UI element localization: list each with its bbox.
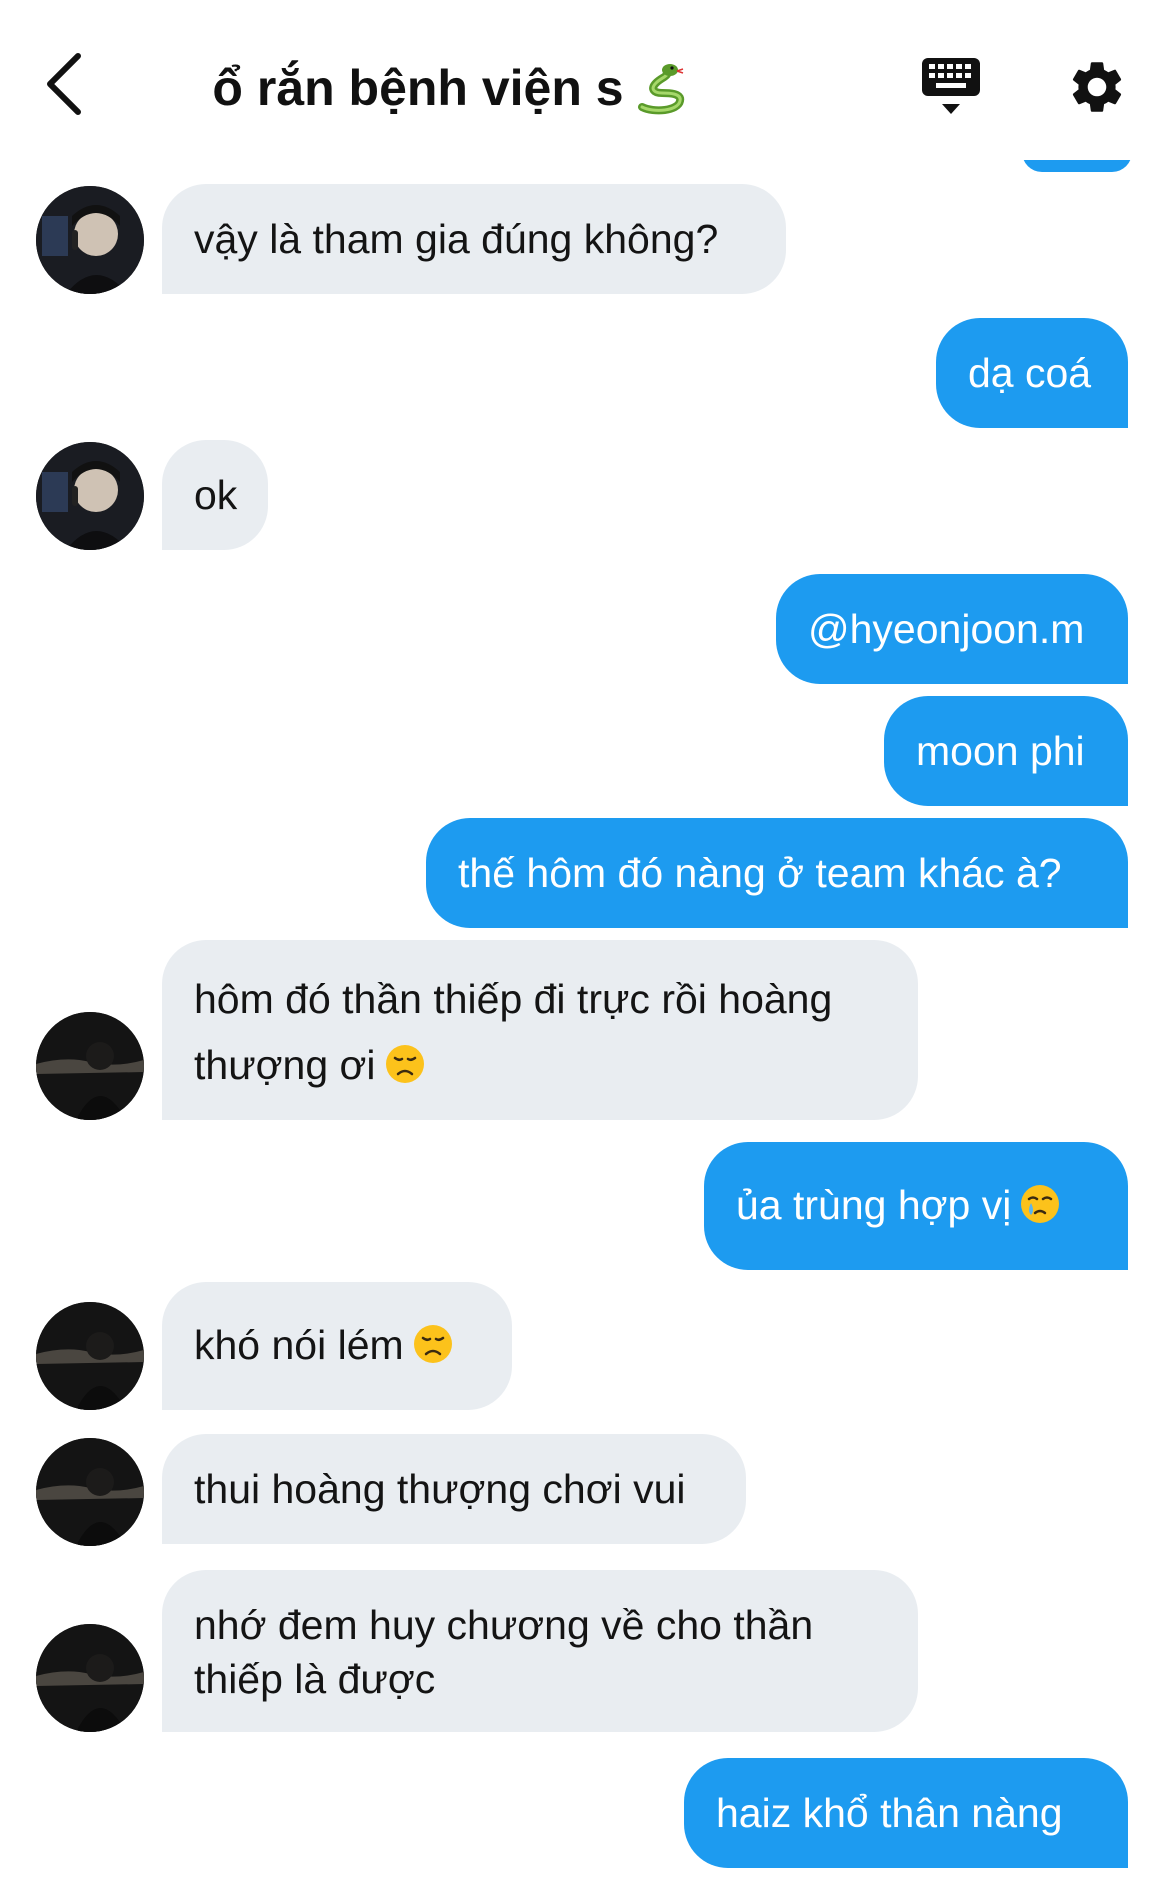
message-bubble-incoming[interactable]: khó nói lém: [162, 1282, 512, 1410]
message-bubble-incoming[interactable]: hôm đó thần thiếp đi trực rồi hoàng thượ…: [162, 940, 918, 1120]
avatar[interactable]: [36, 186, 144, 294]
avatar-photo-2: [36, 1438, 144, 1546]
message-bubble-incoming[interactable]: nhớ đem huy chương về cho thần thiếp là …: [162, 1570, 918, 1732]
chat-header: ổ rắn bệnh viện s: [0, 0, 1170, 160]
message-bubble-incoming[interactable]: vậy là tham gia đúng không?: [162, 184, 786, 294]
snake-icon: [637, 64, 684, 115]
message-text: dạ coá: [968, 350, 1092, 396]
keyboard-icon: [922, 58, 980, 114]
settings-button[interactable]: [1066, 56, 1128, 118]
avatar-photo-2: [36, 1624, 144, 1732]
message-text: hôm đó thần thiếp đi trực rồi hoàng thượ…: [194, 976, 833, 1088]
back-button[interactable]: [40, 48, 96, 120]
avatar[interactable]: [36, 1012, 144, 1120]
message-bubble-incoming[interactable]: ok: [162, 440, 268, 550]
message-bubble-outgoing[interactable]: thế hôm đó nàng ở team khác à?: [426, 818, 1128, 928]
avatar-photo-1: [36, 442, 144, 550]
message-bubble-outgoing[interactable]: @hyeonjoon.m: [776, 574, 1128, 684]
keyboard-button[interactable]: [920, 54, 982, 120]
message-bubble-outgoing[interactable]: ủa trùng hợp vị: [704, 1142, 1128, 1270]
message-text: nhớ đem huy chương về cho thần thiếp là …: [194, 1602, 814, 1702]
avatar-photo-2: [36, 1012, 144, 1120]
message-text: moon phi: [916, 728, 1085, 774]
disappointed-face-icon: [385, 1045, 424, 1083]
message-text: @hyeonjoon.m: [808, 606, 1085, 652]
gear-icon: [1072, 62, 1122, 112]
avatar[interactable]: [36, 1624, 144, 1732]
crying-face-icon: [1021, 1185, 1060, 1223]
message-text: khó nói lém: [194, 1322, 404, 1368]
message-bubble-outgoing[interactable]: haiz khổ thân nàng: [684, 1758, 1128, 1868]
message-bubble-outgoing[interactable]: dạ coá: [936, 318, 1128, 428]
message-text: haiz khổ thân nàng: [716, 1790, 1063, 1836]
chevron-left-icon: [47, 53, 81, 115]
avatar[interactable]: [36, 1438, 144, 1546]
avatar[interactable]: [36, 1302, 144, 1410]
avatar[interactable]: [36, 442, 144, 550]
avatar-photo-2: [36, 1302, 144, 1410]
conversation-title: ổ rắn bệnh viện s: [150, 56, 750, 120]
message-text: ok: [194, 472, 238, 518]
message-text: ủa trùng hợp vị: [736, 1182, 1012, 1228]
message-text: vậy là tham gia đúng không?: [194, 216, 719, 262]
conversation-title-text: ổ rắn bệnh viện s: [212, 60, 624, 116]
message-bubble-outgoing[interactable]: moon phi: [884, 696, 1128, 806]
disappointed-face-icon: [413, 1325, 452, 1363]
message-bubble-incoming[interactable]: thui hoàng thượng chơi vui: [162, 1434, 746, 1544]
message-text: thui hoàng thượng chơi vui: [194, 1466, 686, 1512]
message-text: thế hôm đó nàng ở team khác à?: [458, 850, 1062, 896]
avatar-photo-1: [36, 186, 144, 294]
